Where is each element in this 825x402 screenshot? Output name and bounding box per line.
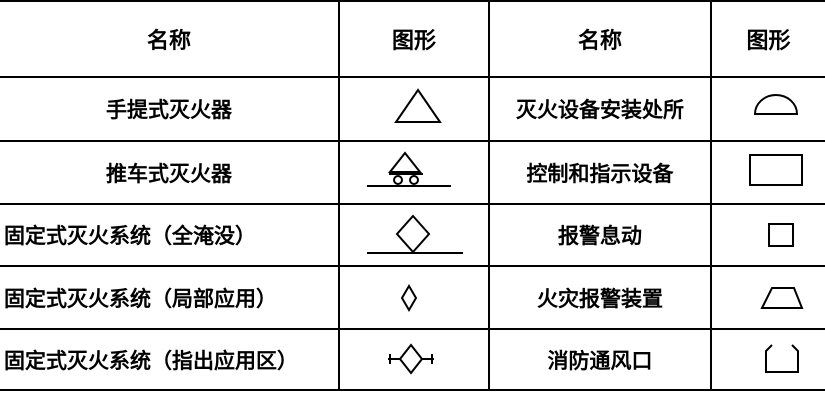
fire-symbols-table: 名称 图形 名称 图形 手提式灭火器 灭火设备安装处所 推车式灭火器 控制和指示… — [0, 0, 825, 402]
table-bottom-border — [0, 389, 825, 391]
table-row-1-left-name: 手提式灭火器 — [106, 98, 232, 122]
header-name-2: 名称 — [577, 29, 622, 54]
diamond-on-line-icon — [367, 214, 463, 254]
table-row-3-left-name: 固定式灭火系统（全淹没） — [4, 224, 256, 248]
small-diamond-icon — [400, 284, 418, 312]
table-row-5-left-name: 固定式灭火系统（指出应用区） — [4, 348, 298, 373]
table-row-4-left-name: 固定式灭火系统（局部应用） — [4, 286, 277, 311]
table-row-5-right-name: 消防通风口 — [547, 348, 653, 373]
table-row-3-right-name: 报警息动 — [558, 224, 642, 248]
triangle-icon — [394, 88, 442, 123]
open-box-icon — [765, 344, 799, 373]
table-row-4-right-name: 火灾报警装置 — [537, 286, 663, 311]
semicircle-icon — [753, 94, 799, 115]
diamond-with-arrows-icon — [388, 343, 434, 375]
table-row-1-right-name: 灭火设备安装处所 — [516, 98, 684, 122]
table-row-2-right-name: 控制和指示设备 — [526, 161, 674, 186]
small-square-icon — [768, 223, 794, 247]
header-shape-2: 图形 — [746, 29, 791, 54]
wheeled-triangle-icon — [367, 151, 451, 187]
trapezoid-icon — [760, 287, 804, 309]
header-name-1: 名称 — [146, 29, 191, 54]
rectangle-icon — [749, 154, 803, 186]
header-shape-1: 图形 — [391, 29, 436, 54]
table-row-2-left-name: 推车式灭火器 — [106, 161, 232, 186]
